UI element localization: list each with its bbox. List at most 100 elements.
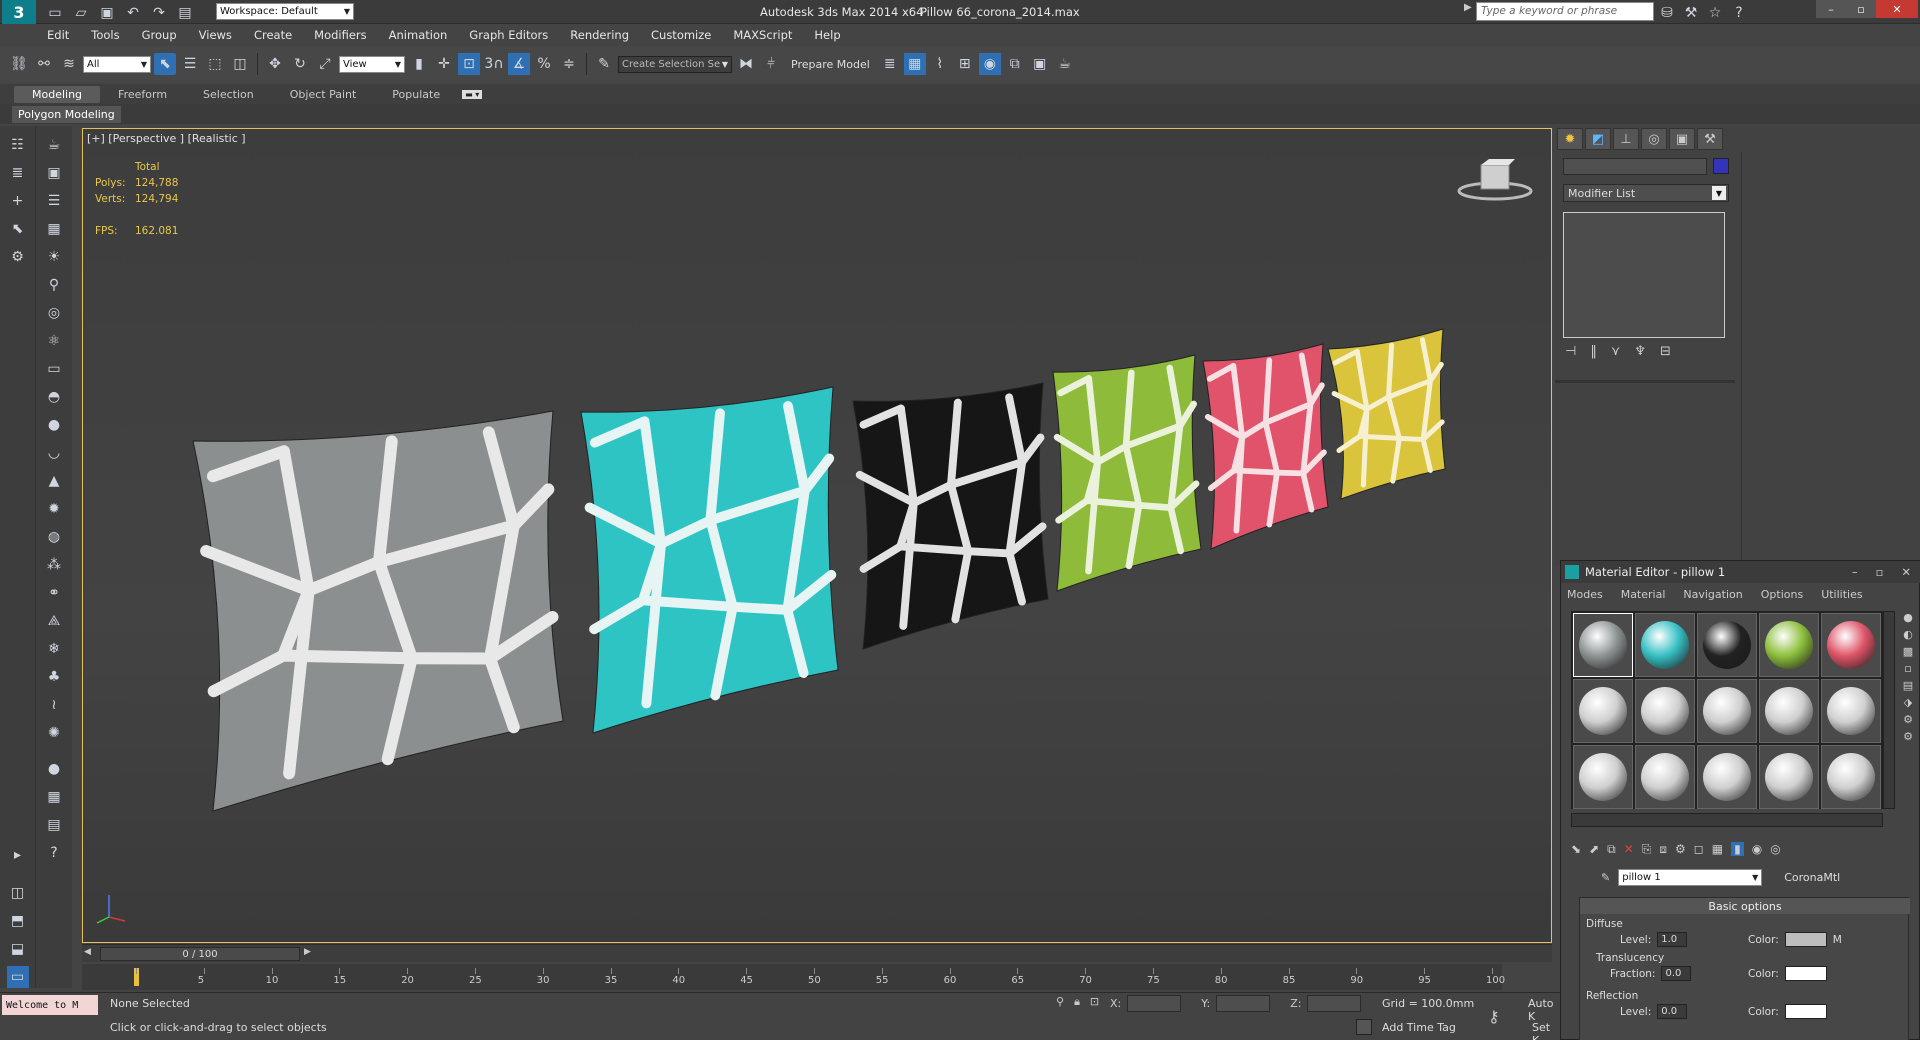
- diffuse-map-button[interactable]: M: [1833, 934, 1842, 946]
- fraction-spinner[interactable]: 0.0: [1661, 966, 1692, 981]
- search-input[interactable]: Type a keyword or phrase: [1476, 2, 1654, 21]
- list-icon[interactable]: ☰: [43, 190, 65, 212]
- menu-utilities[interactable]: Utilities: [1821, 588, 1862, 601]
- z-coordinate-field[interactable]: [1307, 995, 1362, 1012]
- bowl-icon[interactable]: ◡: [43, 442, 65, 464]
- menu-graph-editors[interactable]: Graph Editors: [458, 28, 559, 42]
- tab-modeling[interactable]: Modeling: [14, 85, 101, 103]
- layers-icon[interactable]: ≣: [7, 162, 29, 184]
- selection-filter-dropdown[interactable]: All ▼: [83, 55, 151, 73]
- prepare-model-button[interactable]: Prepare Model: [785, 58, 876, 71]
- show-end-result-icon[interactable]: ▮: [1731, 842, 1744, 856]
- modify-icon[interactable]: ⚙: [7, 246, 29, 268]
- box-icon[interactable]: ▣: [43, 162, 65, 184]
- material-slot[interactable]: [1759, 745, 1819, 809]
- named-selection-set-dropdown[interactable]: Create Selection Se ▼: [618, 55, 732, 73]
- align-icon[interactable]: ⫩: [760, 53, 782, 75]
- y-coordinate-field[interactable]: [1216, 995, 1271, 1012]
- utilities-tab-icon[interactable]: ⚒: [1697, 128, 1723, 150]
- time-slider[interactable]: ◀ 0 / 100 ▶: [82, 944, 1552, 962]
- layout-3-icon[interactable]: ⬓: [7, 938, 29, 960]
- object-name-field[interactable]: [1563, 158, 1707, 175]
- material-type-button[interactable]: CoronaMtl: [1784, 871, 1840, 884]
- app-logo-icon[interactable]: 3: [2, 0, 36, 24]
- grid-icon[interactable]: ▦: [43, 218, 65, 240]
- material-slot[interactable]: [1759, 679, 1819, 743]
- edit-named-selection-icon[interactable]: ✎: [593, 53, 615, 75]
- material-editor-titlebar[interactable]: Material Editor - pillow 1 – ▫ ✕: [1561, 561, 1920, 583]
- help-icon[interactable]: ?: [1728, 2, 1750, 24]
- translucency-color-swatch[interactable]: [1784, 966, 1827, 981]
- plant-icon[interactable]: ♣: [43, 666, 65, 688]
- menu-create[interactable]: Create: [243, 28, 303, 42]
- material-slot[interactable]: [1821, 745, 1881, 809]
- show-end-result-icon[interactable]: ‖: [1590, 344, 1597, 364]
- remove-modifier-icon[interactable]: ♆: [1634, 344, 1646, 364]
- menu-views[interactable]: Views: [188, 28, 243, 42]
- make-unique-icon[interactable]: ⋎: [1611, 344, 1621, 364]
- pillow-black[interactable]: [852, 382, 1049, 650]
- layout-2-icon[interactable]: ⬒: [7, 910, 29, 932]
- new-file-icon[interactable]: ▭: [44, 2, 66, 24]
- motion-tab-icon[interactable]: ◎: [1641, 128, 1667, 150]
- menu-maxscript[interactable]: MAXScript: [722, 28, 803, 42]
- link-icon[interactable]: ⛓: [8, 53, 30, 75]
- select-by-material-icon[interactable]: ⚙: [1903, 730, 1913, 743]
- next-frame-icon[interactable]: ▶: [304, 947, 311, 957]
- snaps-toggle-icon[interactable]: 3 ∩: [483, 53, 505, 75]
- frame-icon[interactable]: ⟁: [43, 610, 65, 632]
- close-button[interactable]: ✕: [1876, 0, 1918, 18]
- system-icon[interactable]: ⚛: [43, 330, 65, 352]
- menu-rendering[interactable]: Rendering: [559, 28, 640, 42]
- diffuse-level-spinner[interactable]: 1.0: [1657, 932, 1688, 947]
- reflection-color-swatch[interactable]: [1784, 1004, 1827, 1019]
- material-slot[interactable]: [1573, 745, 1633, 809]
- menu-tools[interactable]: Tools: [80, 28, 130, 42]
- spinner-snap-icon[interactable]: ≑: [558, 53, 580, 75]
- hemisphere-icon[interactable]: ◓: [43, 386, 65, 408]
- options-icon[interactable]: ⚙: [1903, 713, 1913, 726]
- workspace-dropdown[interactable]: Workspace: Default ▼: [216, 3, 354, 20]
- particles-icon[interactable]: ⁂: [43, 554, 65, 576]
- expand-icon[interactable]: ▸: [7, 844, 29, 866]
- create-tab-icon[interactable]: ✹: [1557, 128, 1583, 150]
- material-editor-icon[interactable]: ◉: [978, 53, 1001, 75]
- sphere-icon[interactable]: ●: [43, 414, 65, 436]
- select-icon[interactable]: ⬉: [7, 218, 29, 240]
- background-icon[interactable]: ▩: [1903, 645, 1913, 658]
- sun-icon[interactable]: ✹: [43, 498, 65, 520]
- absolute-mode-icon[interactable]: ⊡: [1090, 995, 1099, 1009]
- menu-group[interactable]: Group: [131, 28, 188, 42]
- keyboard-shortcut-override-icon[interactable]: ⊡: [458, 53, 480, 75]
- unlink-icon[interactable]: ⚯: [33, 53, 55, 75]
- maximize-button[interactable]: ▫: [1846, 0, 1876, 18]
- go-to-parent-icon[interactable]: ◉: [1752, 842, 1762, 856]
- tools-icon[interactable]: ⚒: [1680, 2, 1702, 24]
- star-icon[interactable]: ☆: [1704, 2, 1726, 24]
- menu-help[interactable]: Help: [803, 28, 851, 42]
- scatter-icon[interactable]: ✺: [43, 722, 65, 744]
- rollout-header[interactable]: Basic options: [1580, 898, 1910, 914]
- select-manipulate-icon[interactable]: ✛: [433, 53, 455, 75]
- modifier-list-dropdown[interactable]: Modifier List ▼: [1563, 184, 1729, 202]
- pivot-center-icon[interactable]: ▮: [408, 53, 430, 75]
- minimize-button[interactable]: –: [1816, 0, 1846, 18]
- track-bar[interactable]: 5 10 15 20 25 30 35 40 45 50 55 60 65 70 75 80 85 90 95 100: [82, 964, 1505, 990]
- mirror-icon[interactable]: ⧓: [735, 53, 757, 75]
- material-slot[interactable]: [1821, 613, 1881, 677]
- render-icon[interactable]: ▤: [43, 814, 65, 836]
- viewport-layout-icon[interactable]: ◫: [7, 882, 29, 904]
- rectangular-selection-icon[interactable]: ⬚: [204, 53, 226, 75]
- menu-animation[interactable]: Animation: [378, 28, 459, 42]
- material-slot[interactable]: [1635, 679, 1695, 743]
- light-icon[interactable]: ☀: [43, 246, 65, 268]
- hair-icon[interactable]: ≀: [43, 694, 65, 716]
- get-material-icon[interactable]: ⬊: [1571, 842, 1581, 856]
- move-icon[interactable]: ✥: [264, 53, 286, 75]
- modify-tab-icon[interactable]: ◩: [1585, 128, 1611, 150]
- add-time-tag-button[interactable]: Add Time Tag: [1382, 1021, 1456, 1034]
- camera-icon[interactable]: ⚲: [43, 274, 65, 296]
- select-object-icon[interactable]: ⬉: [154, 53, 176, 75]
- helper-icon[interactable]: ◎: [43, 302, 65, 324]
- lock-selection-icon[interactable]: 🔒︎: [1074, 995, 1080, 1009]
